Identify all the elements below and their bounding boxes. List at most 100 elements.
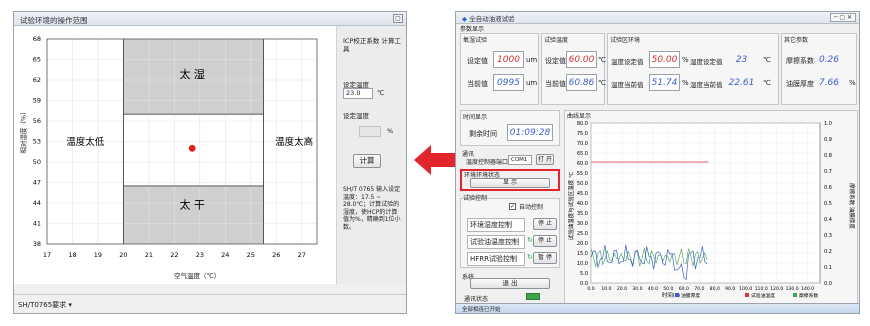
env-temp-cur-unit: % xyxy=(682,79,689,87)
env-hum-set-unit: ℃ xyxy=(763,56,771,64)
operating-point xyxy=(188,144,196,152)
app-icon: ◆ xyxy=(462,15,467,23)
calc-note: SH/T 0765 输入设定温度：17.5 ~ 28.0℃；计算试验的湿度，使H… xyxy=(343,186,401,231)
set-hum-label: 设定湿度 xyxy=(343,112,369,120)
trend-y2-tick: 1.0 xyxy=(824,121,832,127)
oxy-set-label: 设定值 xyxy=(467,57,488,65)
y-tick-label: 65 xyxy=(33,56,41,64)
trend-y-tick: 10.0 xyxy=(577,261,588,267)
trend-x-tick: 80.0 xyxy=(710,286,720,292)
env-hum-set-value: 23 xyxy=(735,55,748,65)
x-tick-label: 24 xyxy=(221,251,229,259)
standard-select[interactable]: SH/T0765要求 ▾ xyxy=(18,300,72,310)
trend-y2-tick: 0.5 xyxy=(824,201,832,207)
remaining-time-value: 01:09:28 xyxy=(507,124,553,141)
x-tick-label: 19 xyxy=(94,251,102,259)
y-tick-label: 47 xyxy=(33,179,41,187)
friction-value: 0.26 xyxy=(818,55,840,65)
region-cold-label: 温度太低 xyxy=(66,136,105,148)
set-temp-input[interactable]: 23.0 xyxy=(343,88,373,99)
group-env-title: 试验区环境 xyxy=(610,37,641,44)
env-hum-cur-label: 湿度当前值 xyxy=(690,81,723,89)
red-arrow xyxy=(414,145,460,175)
trend-y2-tick: 0.1 xyxy=(824,265,832,271)
trend-y-tick: 40.0 xyxy=(577,201,588,207)
legend-label: 油膜厚度 xyxy=(681,292,700,299)
auto-control-checkbox[interactable]: ✓ xyxy=(509,203,516,210)
legend-label: 摩擦系数 xyxy=(799,292,818,299)
region-dry-label: 太 干 xyxy=(179,198,205,211)
trend-y-label: 试验油温度与试验区温度 ℃ xyxy=(567,172,575,240)
env-temp-cur-value: 51.74 xyxy=(649,74,680,91)
oxy-set-value: 1000 xyxy=(493,51,524,68)
conn-status-label: 通讯状态 xyxy=(464,296,489,303)
x-tick-label: 22 xyxy=(170,251,178,259)
set-hum-input[interactable] xyxy=(359,126,381,137)
comm-port-value: COM1 xyxy=(511,157,528,163)
trend-y-tick: 65.0 xyxy=(577,151,588,157)
group-other-title: 其它参数 xyxy=(784,37,809,44)
y-tick-label: 41 xyxy=(33,220,41,228)
comm-open-button[interactable]: 打 开 xyxy=(536,154,554,165)
set-temp-value: 23.0 xyxy=(346,89,361,97)
env-temp-set-unit: % xyxy=(682,56,689,64)
trend-x-tick: 140.0 xyxy=(801,286,814,292)
env-hum-cur-value: 22.61 xyxy=(728,78,755,88)
oil-cur-unit: ℃ xyxy=(598,79,606,87)
group-oxy: 氧湿试验 xyxy=(460,33,539,105)
trend-x-tick: 0.0 xyxy=(587,286,594,292)
ctrl-row-0-button[interactable]: 停 止 xyxy=(533,218,557,230)
film-unit: % xyxy=(849,79,856,87)
trend-y2-tick: 0.6 xyxy=(824,185,832,191)
ctrl-row-1-label: 试验油温度控制 xyxy=(467,235,525,249)
range-plot-area: 17 18 19 20 21 22 23 24 25 26 27 68 65 62 59 56 53 50 47 44… xyxy=(14,26,337,284)
y-tick-label: 68 xyxy=(33,35,41,43)
trend-y2-tick: 0.0 xyxy=(824,281,832,287)
trend-y-tick: 35.0 xyxy=(577,211,588,217)
env-display-button[interactable]: 显 示 xyxy=(470,178,550,188)
ctrl-row-2-button[interactable]: 暂 停 xyxy=(533,252,557,264)
oil-set-unit: ℃ xyxy=(598,56,606,64)
legend-swatch xyxy=(675,293,679,297)
trend-y-tick: 50.0 xyxy=(577,181,588,187)
y-tick-label: 44 xyxy=(33,199,41,207)
trend-y2-tick: 0.2 xyxy=(824,249,832,255)
exit-button[interactable]: 退 出 xyxy=(470,278,550,289)
group-oxy-title: 氧湿试验 xyxy=(463,37,488,44)
film-label: 油膜厚度 xyxy=(786,80,814,88)
trend-y2-tick: 0.7 xyxy=(824,169,832,175)
group-other: 其它参数 xyxy=(781,33,857,105)
trend-y2-tick: 0.9 xyxy=(824,137,832,143)
oxy-cur-value: 0995 xyxy=(493,74,524,91)
chart-panel: 曲线显示 80.0 75.0 70.0 65.0 60.0 55.0 50.0 45.0 40.… xyxy=(564,110,858,304)
y-tick-label: 38 xyxy=(33,240,41,248)
legend-swatch xyxy=(745,293,749,297)
calc-button[interactable]: 计算 xyxy=(353,154,381,168)
trend-y-tick: 30.0 xyxy=(577,221,588,227)
test-status-bar: 全部相连已开始 xyxy=(456,303,859,313)
trend-y-tick: 45.0 xyxy=(577,191,588,197)
legend-swatch xyxy=(793,293,797,297)
comm-port-select[interactable]: COM1 xyxy=(508,155,532,165)
conn-status-led xyxy=(526,293,540,300)
window-controls[interactable]: ─ ▢ ✕ xyxy=(829,13,856,22)
y-tick-label: 56 xyxy=(33,117,41,125)
test-window: ◆ 全自动油液试验 ─ ▢ ✕ 参数显示 氧湿试验 试验温度 试验区环境 其它参… xyxy=(455,11,860,314)
ctrl-row-1-button[interactable]: 停 止 xyxy=(533,235,557,247)
comm-port-label: 温度控制器端口 xyxy=(466,159,509,166)
trend-y-tick: 20.0 xyxy=(577,241,588,247)
env-temp-set-value: 50.00 xyxy=(649,51,680,68)
trend-y-tick: 70.0 xyxy=(577,141,588,147)
trend-x-tick: 10.0 xyxy=(601,286,611,292)
x-tick-label: 21 xyxy=(145,251,153,259)
range-window-title: 试验环境的操作范围 xyxy=(20,16,88,25)
trend-x-tick: 70.0 xyxy=(694,286,704,292)
x-tick-label: 18 xyxy=(68,251,76,259)
close-icon[interactable]: ▢ xyxy=(393,14,403,23)
test-window-title: 全自动油液试验 xyxy=(469,15,515,23)
trend-y-tick: 5.0 xyxy=(580,271,588,277)
trend-chart: 80.0 75.0 70.0 65.0 60.0 55.0 50.0 45.0 40.0 35.0… xyxy=(567,121,856,299)
trend-y-tick: 75.0 xyxy=(577,131,588,137)
y-axis-label: 相对湿度（%） xyxy=(19,108,28,154)
ctrl-group-title: 试验控制 xyxy=(463,195,488,202)
